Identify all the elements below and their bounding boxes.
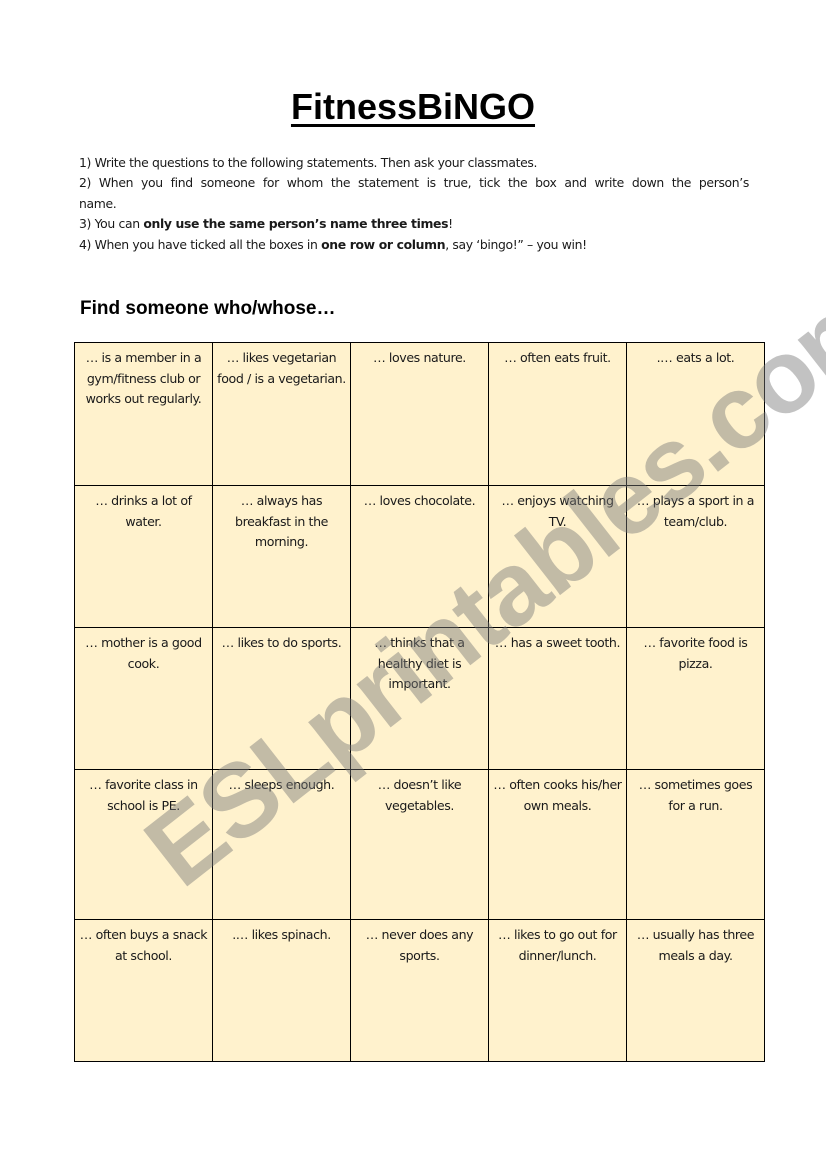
- bingo-cell[interactable]: … often buys a snack at school.: [74, 919, 213, 1062]
- bingo-cell[interactable]: … sometimes goes for a run.: [626, 769, 765, 920]
- section-heading: Find someone who/whose…: [80, 298, 336, 319]
- bingo-row: … mother is a good cook. … likes to do s…: [74, 627, 765, 770]
- instruction-emphasis: one row or column: [321, 236, 446, 252]
- instruction-2: 2) When you find someone for whom the st…: [79, 173, 749, 214]
- bingo-cell[interactable]: … likes vegetarian food / is a vegetaria…: [212, 342, 351, 486]
- bingo-cell[interactable]: … likes to do sports.: [212, 627, 351, 770]
- bingo-cell[interactable]: … thinks that a healthy diet is importan…: [350, 627, 489, 770]
- instruction-text: 2) When you find someone for whom the st…: [79, 175, 749, 211]
- bingo-cell[interactable]: … loves nature.: [350, 342, 489, 486]
- instruction-text: , say ‘bingo!” – you win!: [445, 236, 587, 252]
- bingo-cell[interactable]: … has a sweet tooth.: [488, 627, 627, 770]
- bingo-cell[interactable]: … likes to go out for dinner/lunch.: [488, 919, 627, 1062]
- bingo-cell[interactable]: … is a member in a gym/fitness club or w…: [74, 342, 213, 486]
- instruction-3: 3) You can only use the same person’s na…: [79, 214, 749, 234]
- bingo-cell[interactable]: .… eats a lot.: [626, 342, 765, 486]
- bingo-row: … is a member in a gym/fitness club or w…: [74, 342, 765, 486]
- instruction-4: 4) When you have ticked all the boxes in…: [79, 235, 749, 255]
- instruction-1: 1) Write the questions to the following …: [79, 153, 749, 173]
- bingo-cell[interactable]: … doesn’t like vegetables.: [350, 769, 489, 920]
- bingo-cell[interactable]: … mother is a good cook.: [74, 627, 213, 770]
- bingo-cell[interactable]: … drinks a lot of water.: [74, 485, 213, 628]
- worksheet-title: FitnessBiNGO: [290, 86, 536, 127]
- instructions: 1) Write the questions to the following …: [79, 153, 749, 255]
- bingo-row: … drinks a lot of water. … always has br…: [74, 485, 765, 628]
- bingo-cell[interactable]: … usually has three meals a day.: [626, 919, 765, 1062]
- instruction-text: 4) When you have ticked all the boxes in: [79, 236, 322, 252]
- bingo-cell[interactable]: … favorite food is pizza.: [626, 627, 765, 770]
- bingo-cell[interactable]: … favorite class in school is PE.: [74, 769, 213, 920]
- instruction-text: 3) You can: [79, 216, 144, 232]
- bingo-cell[interactable]: … plays a sport in a team/club.: [626, 485, 765, 628]
- bingo-cell[interactable]: … always has breakfast in the morning.: [212, 485, 351, 628]
- bingo-cell[interactable]: … loves chocolate.: [350, 485, 489, 628]
- bingo-cell[interactable]: .… likes spinach.: [212, 919, 351, 1062]
- bingo-cell[interactable]: … often eats fruit.: [488, 342, 627, 486]
- bingo-row: … often buys a snack at school. .… likes…: [74, 919, 765, 1062]
- instruction-text: !: [448, 216, 453, 232]
- bingo-cell[interactable]: … often cooks his/her own meals.: [488, 769, 627, 920]
- instruction-emphasis: only use the same person’s name three ti…: [143, 216, 449, 232]
- bingo-cell[interactable]: … never does any sports.: [350, 919, 489, 1062]
- bingo-cell[interactable]: … enjoys watching TV.: [488, 485, 627, 628]
- bingo-cell[interactable]: … sleeps enough.: [212, 769, 351, 920]
- instruction-text: 1) Write the questions to the following …: [79, 155, 538, 170]
- bingo-grid: … is a member in a gym/fitness club or w…: [74, 342, 765, 1062]
- bingo-row: … favorite class in school is PE. … slee…: [74, 769, 765, 920]
